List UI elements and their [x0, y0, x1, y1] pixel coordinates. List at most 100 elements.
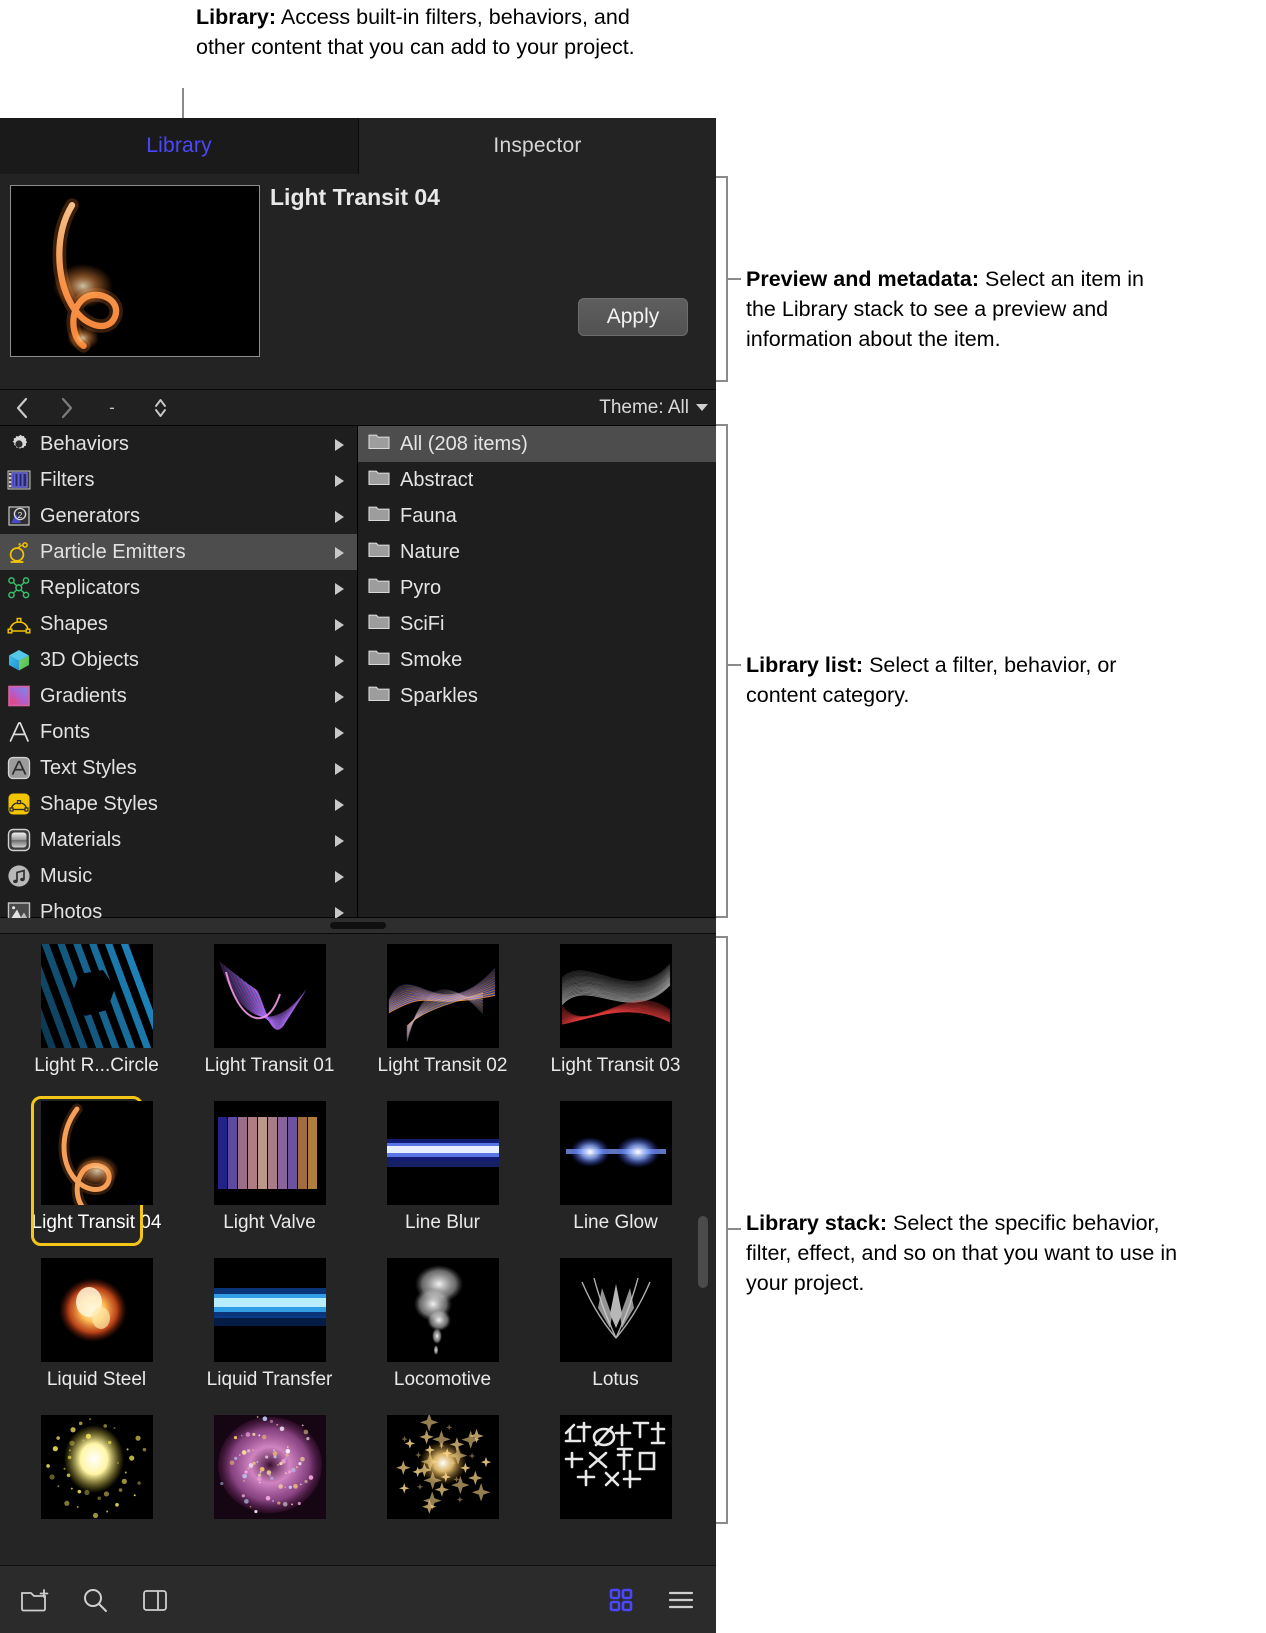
stack-item-thumbnail: [560, 1258, 672, 1362]
disclosure-triangle-icon[interactable]: [335, 619, 344, 631]
library-category-behaviors[interactable]: Behaviors: [0, 426, 357, 462]
stack-item-light-transit-01[interactable]: Light Transit 01: [183, 944, 356, 1101]
library-folder-label: Smoke: [400, 649, 462, 672]
library-category-fonts[interactable]: Fonts: [0, 714, 357, 750]
stack-scrollbar[interactable]: [698, 1216, 708, 1288]
stack-item-light-transit-04[interactable]: Light Transit 04: [10, 1101, 183, 1258]
library-category-gradients[interactable]: Gradients: [0, 678, 357, 714]
stack-item-item-15[interactable]: [356, 1415, 529, 1536]
chevron-left-icon[interactable]: [0, 390, 44, 426]
stack-item-item-13[interactable]: [10, 1415, 183, 1536]
gradient-icon: [7, 684, 31, 708]
disclosure-triangle-icon[interactable]: [335, 547, 344, 559]
library-folder-list: All (208 items)Abstract Fauna NaturePyro Sc…: [358, 426, 716, 918]
library-category-music[interactable]: Music: [0, 858, 357, 894]
panel-toggle-icon[interactable]: [138, 1583, 172, 1617]
library-folder-scifi[interactable]: SciFi: [358, 606, 716, 642]
stack-item-light-valve[interactable]: Light Valve: [183, 1101, 356, 1258]
library-category-photos[interactable]: Photos: [0, 894, 357, 918]
stack-item-liquid-transfer[interactable]: Liquid Transfer: [183, 1258, 356, 1415]
light-transit-04-art: [11, 186, 259, 356]
chevron-right-icon[interactable]: [44, 390, 88, 426]
list-view-icon[interactable]: [664, 1583, 698, 1617]
tab-library[interactable]: Library: [0, 118, 358, 174]
library-category-particle-emitters[interactable]: Particle Emitters: [0, 534, 357, 570]
stack-item-label: Light Transit 01: [205, 1055, 335, 1077]
stack-item-thumbnail: [387, 944, 499, 1048]
disclosure-triangle-icon[interactable]: [335, 799, 344, 811]
library-category-label: Generators: [40, 505, 140, 528]
library-category-label: Behaviors: [40, 433, 129, 456]
library-callout: Library: Access built-in filters, behavi…: [196, 2, 666, 62]
library-folder-pyro[interactable]: Pyro: [358, 570, 716, 606]
disclosure-triangle-icon[interactable]: [335, 907, 344, 918]
new-folder-icon[interactable]: [18, 1583, 52, 1617]
library-category-shape-styles[interactable]: Shape Styles: [0, 786, 357, 822]
library-folder-label: SciFi: [400, 613, 444, 636]
preview-thumbnail[interactable]: [10, 185, 260, 357]
disclosure-triangle-icon[interactable]: [335, 727, 344, 739]
library-category-label: 3D Objects: [40, 649, 139, 672]
disclosure-triangle-icon[interactable]: [335, 583, 344, 595]
stack-item-light-transit-02[interactable]: Light Transit 02: [356, 944, 529, 1101]
library-category-filters[interactable]: Filters: [0, 462, 357, 498]
library-category-generators[interactable]: 2Generators: [0, 498, 357, 534]
library-folder-sparkles[interactable]: Sparkles: [358, 678, 716, 714]
stack-item-lotus[interactable]: Lotus: [529, 1258, 702, 1415]
library-category-3d-objects[interactable]: 3D Objects: [0, 642, 357, 678]
grid-view-icon[interactable]: [604, 1583, 638, 1617]
stack-item-light-r-circle[interactable]: Light R...Circle: [10, 944, 183, 1101]
stack-item-line-blur[interactable]: Line Blur: [356, 1101, 529, 1258]
folder-icon: [368, 504, 392, 528]
library-folder-abstract[interactable]: Abstract: [358, 462, 716, 498]
folder-icon: [368, 612, 392, 636]
library-folder-label: Fauna: [400, 505, 457, 528]
library-category-text-styles[interactable]: Text Styles: [0, 750, 357, 786]
library-category-shapes[interactable]: Shapes: [0, 606, 357, 642]
stack-item-light-transit-03[interactable]: Light Transit 03: [529, 944, 702, 1101]
library-category-label: Materials: [40, 829, 121, 852]
chevron-down-icon: [696, 404, 708, 411]
folder-icon: [368, 432, 392, 456]
stack-item-locomotive[interactable]: Locomotive: [356, 1258, 529, 1415]
theme-dropdown[interactable]: Theme: All: [599, 390, 708, 426]
list-bracket-tick: [727, 664, 741, 666]
preview-section: Light Transit 04 Apply: [0, 174, 716, 390]
page-root: Library: Access built-in filters, behavi…: [0, 0, 1266, 1633]
folder-icon: [368, 540, 392, 564]
stack-item-item-14[interactable]: [183, 1415, 356, 1536]
apply-button[interactable]: Apply: [578, 298, 688, 336]
search-icon[interactable]: [78, 1583, 112, 1617]
library-navstrip: - Theme: All: [0, 390, 716, 426]
preview-bracket-tick: [727, 278, 741, 280]
up-down-stepper-icon[interactable]: [136, 390, 184, 426]
cube-icon: [7, 648, 31, 672]
tab-inspector[interactable]: Inspector: [358, 118, 716, 174]
library-folder-smoke[interactable]: Smoke: [358, 642, 716, 678]
stack-item-thumbnail: [560, 944, 672, 1048]
library-category-replicators[interactable]: Replicators: [0, 570, 357, 606]
disclosure-triangle-icon[interactable]: [335, 763, 344, 775]
disclosure-triangle-icon[interactable]: [335, 439, 344, 451]
library-folder-nature[interactable]: Nature: [358, 534, 716, 570]
disclosure-triangle-icon[interactable]: [335, 655, 344, 667]
disclosure-triangle-icon[interactable]: [335, 871, 344, 883]
stack-item-thumbnail: [214, 1101, 326, 1205]
stack-item-liquid-steel[interactable]: Liquid Steel: [10, 1258, 183, 1415]
splitter-grip[interactable]: [330, 922, 386, 929]
library-folder-fauna[interactable]: Fauna: [358, 498, 716, 534]
disclosure-triangle-icon[interactable]: [335, 511, 344, 523]
shape-style-icon: [7, 792, 31, 816]
folder-icon: [368, 684, 392, 708]
stack-item-thumbnail: [41, 944, 153, 1048]
stack-item-item-16[interactable]: [529, 1415, 702, 1536]
library-category-materials[interactable]: Materials: [0, 822, 357, 858]
disclosure-triangle-icon[interactable]: [335, 835, 344, 847]
stack-item-line-glow[interactable]: Line Glow: [529, 1101, 702, 1258]
library-folder-all-208-items[interactable]: All (208 items): [358, 426, 716, 462]
disclosure-triangle-icon[interactable]: [335, 691, 344, 703]
stack-item-thumbnail: [41, 1415, 153, 1519]
disclosure-triangle-icon[interactable]: [335, 475, 344, 487]
panel-splitter[interactable]: [0, 918, 716, 934]
preview-title: Light Transit 04: [270, 184, 440, 211]
